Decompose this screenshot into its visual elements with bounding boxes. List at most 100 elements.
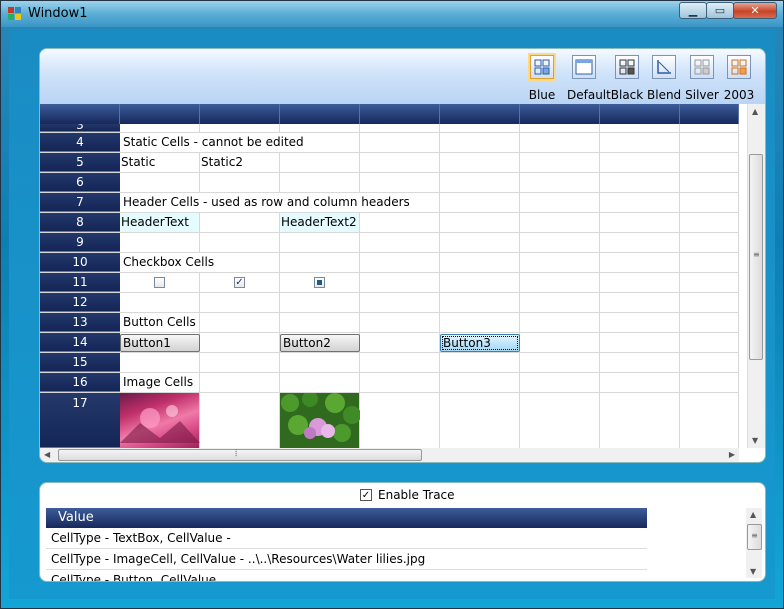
row-header[interactable]: 13 xyxy=(40,313,120,332)
minimize-button[interactable]: ▁ xyxy=(679,2,707,19)
grid-row: 13 Button Cells xyxy=(40,313,739,333)
theme-blue-icon xyxy=(530,55,554,79)
theme-button-black[interactable]: Black xyxy=(610,55,644,102)
grip-icon: ⦙ xyxy=(235,448,238,459)
trace-list-scrollbar[interactable]: ▲ ≡ ▼ xyxy=(746,508,762,578)
image-cell-water-lilies[interactable] xyxy=(280,391,361,448)
close-button[interactable]: ✕ xyxy=(733,2,777,19)
maximize-button[interactable]: ▭ xyxy=(706,2,734,19)
enable-trace-checkbox[interactable]: ✓ Enable Trace xyxy=(360,488,455,502)
data-grid[interactable]: 3 4 Static Cells - cannot be edited 5 St… xyxy=(40,104,739,448)
column-header[interactable] xyxy=(40,104,120,124)
grid-vertical-scrollbar[interactable]: ▲ ≡ ▼ xyxy=(747,104,765,448)
theme-button-blend[interactable]: Blend xyxy=(647,55,681,102)
horizontal-scroll-thumb[interactable]: ⦙ xyxy=(58,448,422,461)
theme-toolbar: Blue Default Black Blend Silver 2003 xyxy=(40,49,765,104)
column-header[interactable] xyxy=(200,104,280,124)
caption-buttons: ▁ ▭ ✕ xyxy=(679,2,777,20)
list-item[interactable]: CellType - TextBox, CellValue - xyxy=(46,528,647,549)
list-item[interactable]: CellType - ImageCell, CellValue - ..\..\… xyxy=(46,549,647,570)
theme-button-blue[interactable]: Blue xyxy=(525,55,559,102)
scroll-up-icon[interactable]: ▲ xyxy=(750,510,756,519)
static-cell[interactable]: Static2 xyxy=(200,153,280,172)
scroll-down-icon[interactable]: ▼ xyxy=(750,567,756,576)
column-header[interactable] xyxy=(520,104,600,124)
theme-label: Blue xyxy=(528,88,556,102)
close-icon: ✕ xyxy=(750,4,760,17)
grid-row: 15 xyxy=(40,353,739,373)
theme-button-2003[interactable]: 2003 xyxy=(722,55,756,102)
grid-row: 7 Header Cells - used as row and column … xyxy=(40,193,739,213)
grid-row: 3 xyxy=(40,124,739,133)
value-column-header[interactable]: Value xyxy=(46,508,647,528)
grid-horizontal-scrollbar[interactable]: ◀ ⦙ ▶ xyxy=(40,448,739,462)
list-scroll-thumb[interactable]: ≡ xyxy=(747,524,762,550)
row-header[interactable]: 4 xyxy=(40,133,120,152)
row-header[interactable]: 15 xyxy=(40,353,120,372)
image-cell-pink[interactable] xyxy=(120,393,200,448)
checkbox-cell-checked[interactable]: ✓ xyxy=(234,277,245,288)
trace-list[interactable]: Value CellType - TextBox, CellValue - Ce… xyxy=(46,508,647,581)
maximize-icon: ▭ xyxy=(714,4,726,17)
grid-button-3[interactable]: Button3 xyxy=(440,334,520,352)
row-header[interactable]: 9 xyxy=(40,233,120,252)
header-cell[interactable]: HeaderText2 xyxy=(280,213,360,232)
client-area: Blue Default Black Blend Silver 2003 3 4… xyxy=(9,29,775,599)
checkbox-cell-indeterminate[interactable] xyxy=(314,277,325,288)
row-header[interactable]: 16 xyxy=(40,373,120,392)
theme-label: Silver xyxy=(685,88,719,102)
minimize-icon: ▁ xyxy=(688,4,698,17)
row-header[interactable]: 7 xyxy=(40,193,120,212)
main-window: Window1 ▁ ▭ ✕ Blue Default Black Blend S… xyxy=(0,0,784,609)
theme-button-default[interactable]: Default xyxy=(567,55,611,102)
section-title-button: Button Cells xyxy=(123,313,198,332)
cell-text: HeaderText xyxy=(121,215,189,229)
grip-icon: ≡ xyxy=(753,250,760,259)
grid-row: 5 Static Static2 xyxy=(40,153,739,173)
row-header[interactable]: 6 xyxy=(40,173,120,192)
theme-label: Black xyxy=(610,88,644,102)
theme-2003-icon xyxy=(727,55,751,79)
list-item[interactable]: CellType - Button, CellValue xyxy=(46,570,647,581)
theme-default-icon xyxy=(572,55,596,79)
grid-row: 16 Image Cells xyxy=(40,373,739,393)
grid-row: 4 Static Cells - cannot be edited xyxy=(40,133,739,153)
scroll-right-icon[interactable]: ▶ xyxy=(729,450,735,459)
trace-panel: ✓ Enable Trace Value CellType - TextBox,… xyxy=(39,482,766,582)
row-header[interactable]: 17 xyxy=(40,393,120,448)
row-header[interactable]: 12 xyxy=(40,293,120,312)
static-cell[interactable]: Static xyxy=(120,153,200,172)
window-title: Window1 xyxy=(28,6,88,21)
theme-black-icon xyxy=(615,55,639,79)
row-header[interactable]: 8 xyxy=(40,213,120,232)
grid-row: 10 Checkbox Cells xyxy=(40,253,739,273)
column-header[interactable] xyxy=(440,104,520,124)
theme-button-silver[interactable]: Silver xyxy=(685,55,719,102)
app-icon xyxy=(8,7,22,21)
grid-row: 12 xyxy=(40,293,739,313)
column-header[interactable] xyxy=(680,104,739,124)
column-header[interactable] xyxy=(360,104,440,124)
vertical-scroll-thumb[interactable]: ≡ xyxy=(749,154,763,360)
theme-silver-icon xyxy=(690,55,714,79)
header-cell[interactable]: HeaderText xyxy=(120,213,200,232)
row-header[interactable]: 5 xyxy=(40,153,120,172)
title-bar[interactable]: Window1 ▁ ▭ ✕ xyxy=(1,1,783,27)
row-header[interactable]: 3 xyxy=(40,124,120,132)
water-lilies-image-icon xyxy=(281,391,361,442)
section-title-header: Header Cells - used as row and column he… xyxy=(123,193,412,212)
scroll-up-icon[interactable]: ▲ xyxy=(752,107,758,116)
row-header[interactable]: 11 xyxy=(40,273,120,292)
column-header[interactable] xyxy=(600,104,680,124)
enable-trace-label: Enable Trace xyxy=(378,488,455,502)
grid-button-1[interactable]: Button1 xyxy=(120,334,200,352)
scroll-down-icon[interactable]: ▼ xyxy=(752,436,758,445)
grid-button-2[interactable]: Button2 xyxy=(280,334,360,352)
column-header[interactable] xyxy=(280,104,360,124)
row-header[interactable]: 14 xyxy=(40,333,120,352)
theme-label: Blend xyxy=(647,88,682,102)
scroll-left-icon[interactable]: ◀ xyxy=(44,450,50,459)
column-header[interactable] xyxy=(120,104,200,124)
checkbox-cell-unchecked[interactable] xyxy=(154,277,165,288)
row-header[interactable]: 10 xyxy=(40,253,120,272)
